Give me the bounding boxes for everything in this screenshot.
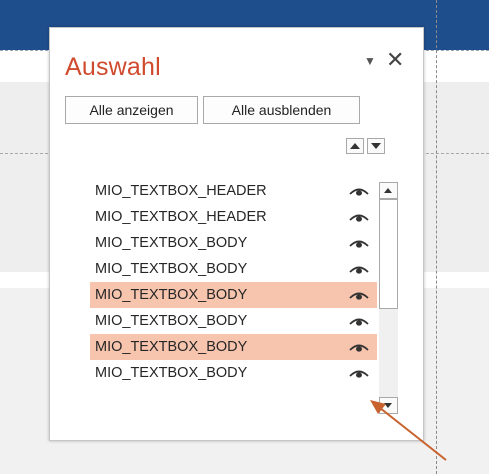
annotation-arrow-line: [379, 407, 447, 461]
annotation-arrow: [370, 400, 447, 461]
